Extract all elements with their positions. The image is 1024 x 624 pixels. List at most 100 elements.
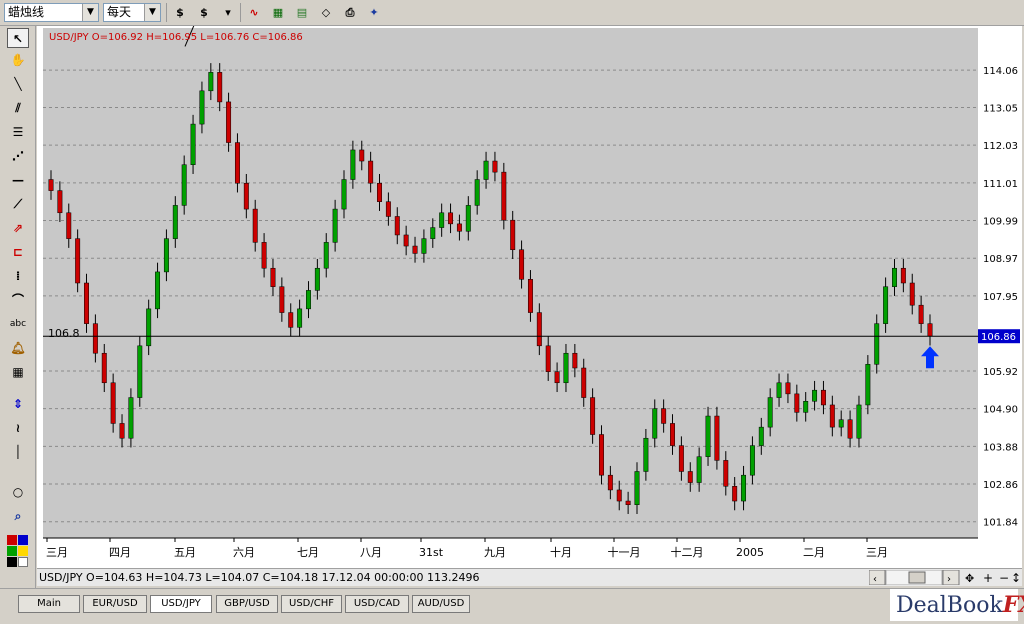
color-swatch-black[interactable] [7,557,17,567]
candle-body [377,182,382,202]
text-tool-icon[interactable]: abc [7,314,29,334]
color-swatch-red[interactable] [7,535,17,545]
candle-body [243,182,249,210]
tab-aud-usd[interactable]: AUD/USD [412,595,470,613]
fibo-levels-icon[interactable]: ⁞ [7,266,29,286]
tab-eur-usd[interactable]: EUR/USD [83,595,147,613]
circle-icon[interactable]: ○ [7,482,29,502]
buy-sell-icon[interactable]: $ [170,3,190,22]
scroll-left-button[interactable] [869,570,886,585]
candle-body [883,286,889,324]
x-tick-label: 二月 [803,546,825,559]
vertical-line-icon[interactable]: │ [7,442,29,462]
hand-icon[interactable]: ✋ [7,50,29,70]
wave-icon[interactable]: ≀ [7,418,29,438]
candle-body [483,160,489,180]
parallel-lines-icon[interactable]: ⫽ [7,98,29,118]
cycles-icon[interactable]: ⊏ [7,242,29,262]
chevron-down-icon[interactable]: ▼ [82,4,98,21]
x-tick-label: 五月 [174,546,196,559]
candle-body [84,282,89,324]
candle-body [741,474,747,502]
candle-body [146,308,152,347]
candle-body [57,190,63,214]
chart-scrollbar[interactable]: ‹ › ✥ + − ↕ [869,570,1019,585]
timeframe-value: 每天 [107,5,132,19]
candle-body [234,142,240,184]
x-tick-label: 十二月 [671,545,704,559]
indicator-icon[interactable]: ∿ [244,3,264,22]
line-icon[interactable]: ╲ [7,74,29,94]
color-swatch-yellow[interactable] [18,546,28,556]
up-down-arrows-icon[interactable]: ⇕ [7,394,29,414]
x-tick-label: 八月 [360,546,382,559]
horizontal-line-icon[interactable]: — [7,170,29,190]
candle-body [279,286,285,313]
candle-body [820,389,826,406]
candle-body [892,267,897,287]
fan-lines-icon[interactable]: ⟋ [7,194,29,214]
candle-body [572,352,578,369]
tab-main[interactable]: Main [18,595,80,613]
zoom-in-icon[interactable]: + [983,571,993,585]
chevron-down-icon[interactable]: ▼ [144,4,160,21]
status-bar: USD/JPY O=104.63 H=104.73 L=104.07 C=104… [37,568,1022,586]
toolbar-separator [240,3,241,22]
buy-sell-icon[interactable]: $ [194,3,214,22]
zoom-icon[interactable]: ⌕ [7,506,29,526]
candle-body [519,249,525,280]
tab-usd-chf[interactable]: USD/CHF [281,595,342,613]
x-tick-label: 三月 [866,546,888,559]
plot-area[interactable] [43,28,978,538]
scroll-right-button[interactable] [942,570,960,585]
zoom-out-icon[interactable]: − [999,571,1009,585]
regression-icon[interactable]: ⇗ [7,218,29,238]
candle-body [385,201,391,217]
move-icon[interactable]: ✥ [965,572,974,585]
spreadsheet-icon[interactable]: ▤ [292,3,312,22]
print-icon[interactable]: ⎙ [340,3,360,22]
candle-body [119,423,125,439]
layout-icon[interactable]: ◇ [316,3,336,22]
alert-bell-icon[interactable]: 🔔︎ [7,338,29,358]
candle-body [652,408,658,439]
calculator-icon[interactable]: ▦ [7,362,29,382]
candle-body [696,456,702,483]
candle-body [270,267,276,287]
fit-icon[interactable]: ↕ [1011,571,1019,585]
candle-body [510,219,516,250]
x-tick-label: 十一月 [608,545,641,559]
timeframe-select[interactable]: 每天 ▼ [103,3,161,22]
y-tick-label: 108.97 [983,254,1018,265]
settings-icon[interactable]: ✦ [364,3,384,22]
color-swatch-blue[interactable] [18,535,28,545]
template-icon[interactable]: ▦ [268,3,288,22]
candlestick-chart[interactable]: 114.06 113.05 112.03 111.01 109.99 108.97 107.… [37,0,1022,568]
color-swatch-green[interactable] [7,546,17,556]
download-icon[interactable]: ▾ [218,3,238,22]
tab-usd-cad[interactable]: USD/CAD [345,595,409,613]
candle-body [48,179,54,191]
scroll-thumb[interactable] [908,571,926,584]
chart-type-select[interactable]: 蜡烛线 ▼ [4,3,99,22]
candle-body [625,500,631,505]
arcs-icon[interactable]: ⌒ [7,290,29,310]
cursor-icon[interactable]: ↖ [7,28,29,48]
candle-body [341,179,347,210]
candle-body [288,312,294,328]
tab-gbp-usd[interactable]: GBP/USD [216,595,278,613]
chart-panel[interactable]: 114.06 113.05 112.03 111.01 109.99 108.97 107.… [37,0,1022,568]
candle-body [66,212,72,239]
fibo-fan-icon[interactable]: ⋰ [7,146,29,166]
candle-body [297,308,303,328]
x-tick-label: 三月 [46,546,68,559]
candle-body [856,404,862,439]
y-tick-label: 107.95 [983,292,1018,303]
x-tick-label: 六月 [233,546,255,559]
tab-usd-jpy[interactable]: USD/JPY [150,595,212,613]
candle-body [545,345,551,372]
candle-body [776,382,782,398]
fibo-grid-icon[interactable]: ☰ [7,122,29,142]
color-swatch-white[interactable] [18,557,28,567]
candle-body [439,212,445,228]
